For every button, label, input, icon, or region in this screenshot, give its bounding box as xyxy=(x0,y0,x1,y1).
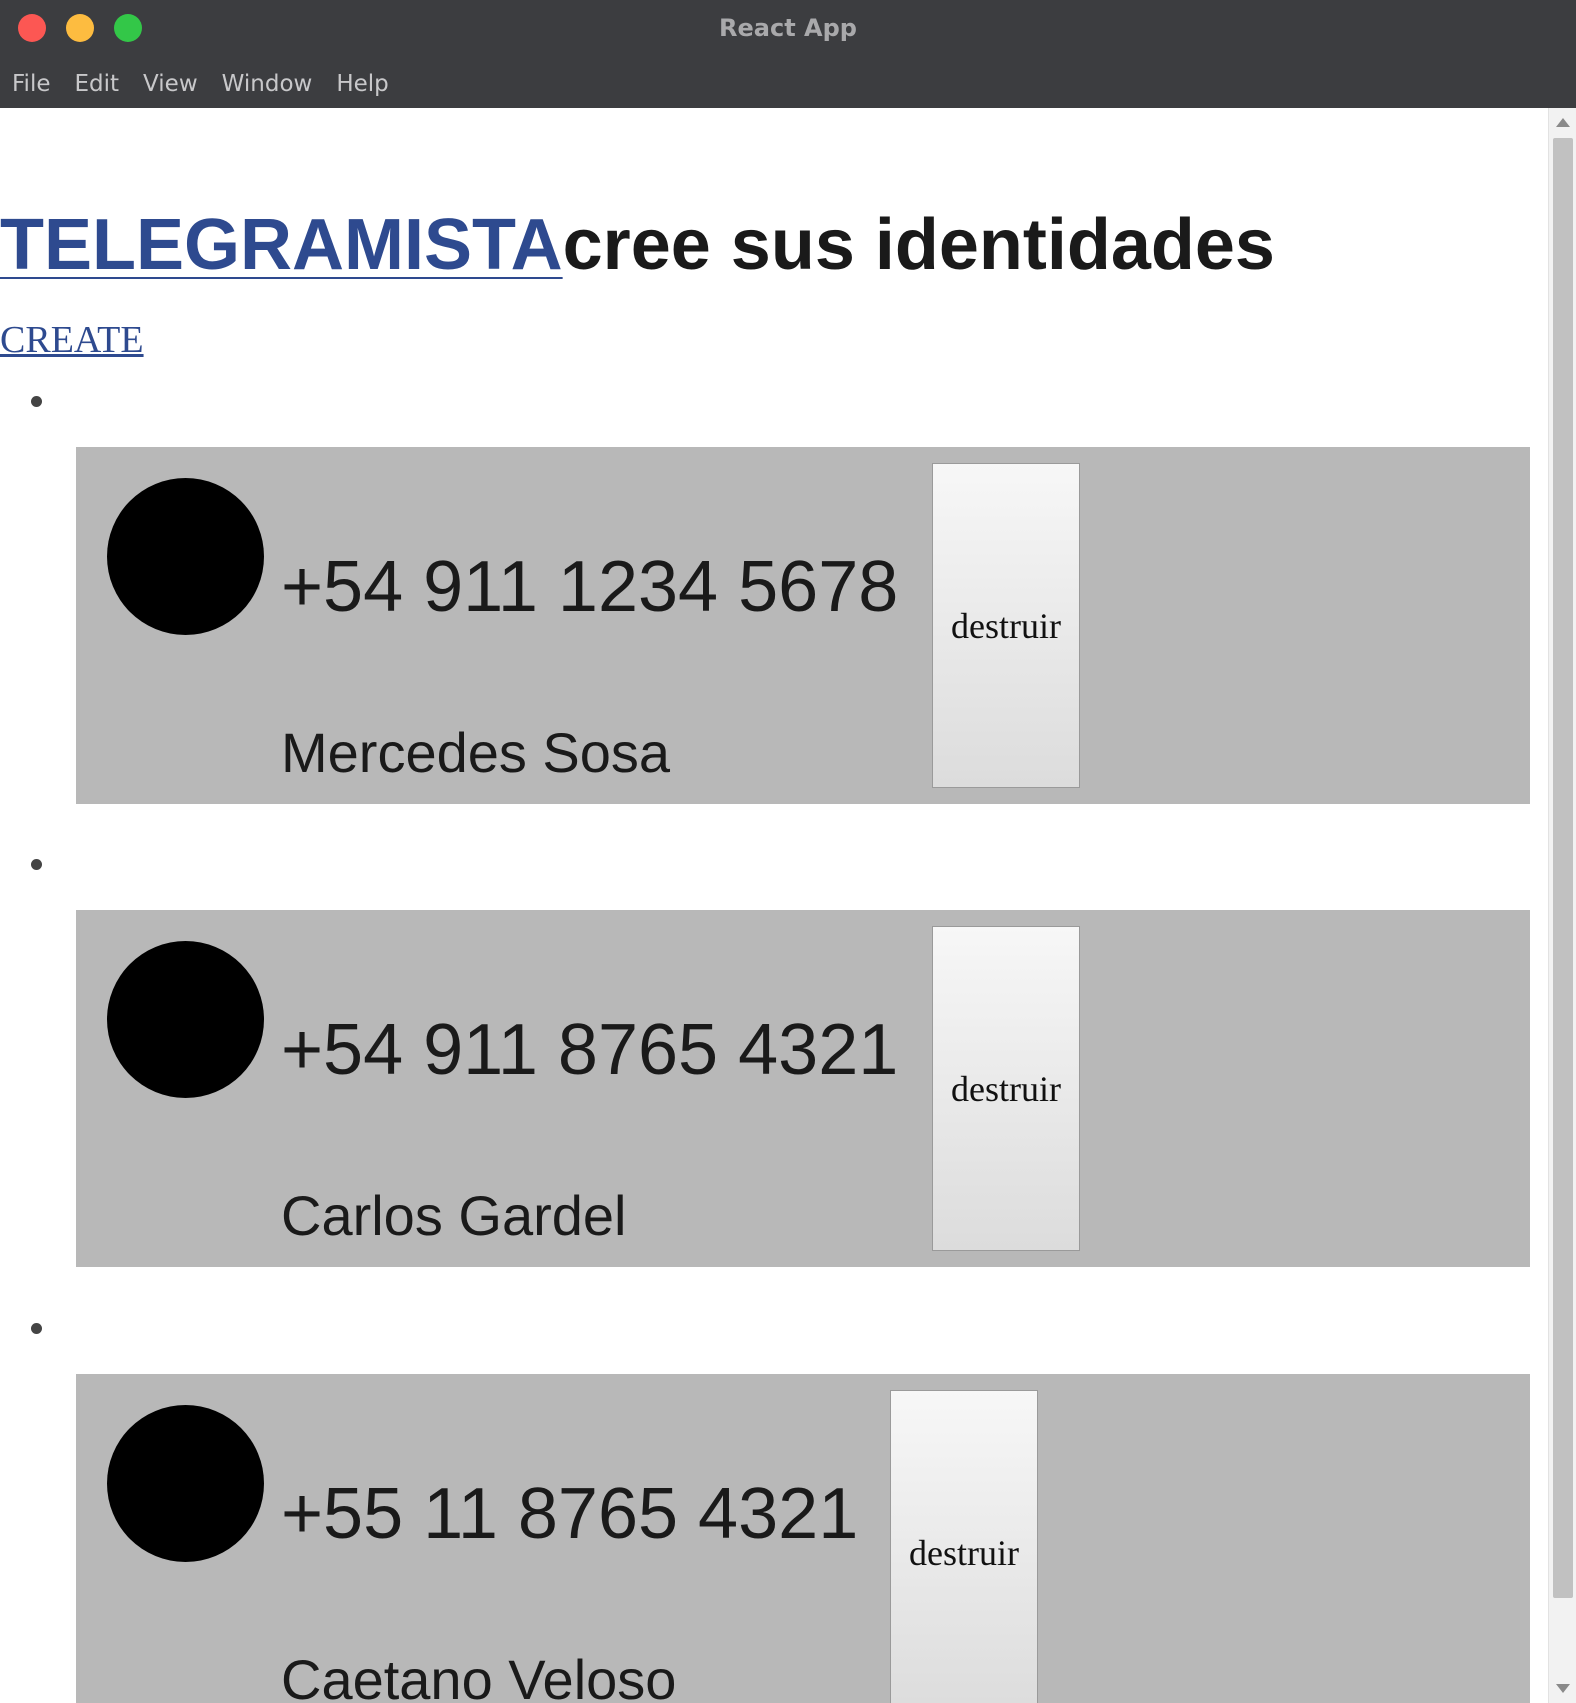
avatar xyxy=(107,478,264,635)
menu-edit[interactable]: Edit xyxy=(63,66,132,102)
destroy-button[interactable]: destruir xyxy=(890,1390,1038,1703)
list-bullet xyxy=(31,859,42,870)
list-bullet xyxy=(31,396,42,407)
menu-bar: File Edit View Window Help xyxy=(0,66,401,102)
destroy-button[interactable]: destruir xyxy=(932,926,1080,1251)
identity-card: +55 11 8765 4321 Caetano Veloso destruir xyxy=(76,1374,1530,1703)
page-title: TELEGRAMISTAcree sus identidades xyxy=(0,200,1275,290)
menu-view[interactable]: View xyxy=(131,66,210,102)
identity-name: Mercedes Sosa xyxy=(281,721,671,784)
identity-phone: +54 911 1234 5678 xyxy=(281,547,899,627)
title-bar: React App File Edit View Window Help xyxy=(0,0,1576,108)
identity-phone: +55 11 8765 4321 xyxy=(281,1474,859,1554)
identity-name: Carlos Gardel xyxy=(281,1184,627,1247)
identity-card: +54 911 1234 5678 Mercedes Sosa destruir xyxy=(76,447,1530,804)
page-content: TELEGRAMISTAcree sus identidades CREATE … xyxy=(0,108,1548,1703)
identity-phone: +54 911 8765 4321 xyxy=(281,1010,899,1090)
app-window: React App File Edit View Window Help TEL… xyxy=(0,0,1576,1703)
window-title: React App xyxy=(719,14,857,42)
avatar xyxy=(107,1405,264,1562)
menu-help[interactable]: Help xyxy=(324,66,400,102)
page-subtitle: cree sus identidades xyxy=(562,205,1275,285)
scroll-up-arrow-icon[interactable] xyxy=(1556,118,1570,127)
menu-file[interactable]: File xyxy=(0,66,63,102)
brand-link[interactable]: TELEGRAMISTA xyxy=(0,205,563,285)
scroll-thumb[interactable] xyxy=(1553,138,1573,1598)
vertical-scrollbar[interactable] xyxy=(1548,108,1576,1703)
create-link[interactable]: CREATE xyxy=(0,318,144,362)
scroll-down-arrow-icon[interactable] xyxy=(1556,1684,1570,1693)
list-bullet xyxy=(31,1323,42,1334)
identity-name: Caetano Veloso xyxy=(281,1648,677,1703)
identity-card: +54 911 8765 4321 Carlos Gardel destruir xyxy=(76,910,1530,1267)
menu-window[interactable]: Window xyxy=(210,66,325,102)
avatar xyxy=(107,941,264,1098)
destroy-button[interactable]: destruir xyxy=(932,463,1080,788)
